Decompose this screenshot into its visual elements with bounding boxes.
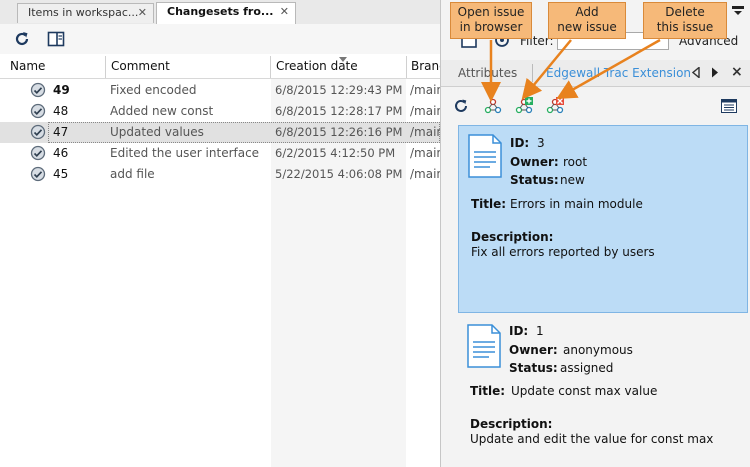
- changeset-number: 49: [53, 83, 70, 97]
- changeset-icon: [30, 145, 46, 161]
- callout-line: Open issue: [457, 5, 525, 19]
- callout-open-issue: Open issue in browser: [450, 2, 532, 39]
- changeset-icon: [30, 103, 46, 119]
- tab-changesets[interactable]: Changesets fro... ✕: [156, 2, 296, 24]
- add-issue-icon[interactable]: [515, 97, 533, 115]
- callout-add-issue: Add new issue: [548, 2, 626, 39]
- changeset-comment: Added new const: [110, 104, 214, 118]
- changeset-icon: [30, 166, 46, 182]
- table-row[interactable]: 46 Edited the user interface 6/2/2015 4:…: [0, 143, 444, 164]
- issue-owner-label: Owner:: [510, 155, 559, 169]
- issue-owner: root: [563, 155, 588, 169]
- table-row[interactable]: 45 add file 5/22/2015 4:06:08 PM /main: [0, 164, 444, 185]
- changeset-number: 45: [53, 167, 69, 181]
- view-menu-icon[interactable]: [732, 6, 744, 16]
- tab-attributes[interactable]: Attributes: [458, 66, 517, 80]
- issue-id-label: ID:: [510, 136, 530, 150]
- callout-line: Add: [575, 5, 599, 19]
- column-divider[interactable]: [406, 56, 407, 78]
- close-icon[interactable]: ✕: [280, 5, 289, 18]
- changeset-comment: Fixed encoded: [110, 83, 197, 97]
- changeset-number: 46: [53, 146, 69, 160]
- changeset-branch: /main: [410, 104, 445, 118]
- subtab-divider: [532, 64, 533, 82]
- issue-title-label: Title:: [471, 197, 507, 211]
- selection-focus-rect: [48, 122, 440, 143]
- callout-line: in browser: [459, 20, 523, 34]
- callout-line: Delete: [665, 5, 705, 19]
- chevron-left-icon[interactable]: [692, 67, 700, 78]
- callout-line: new issue: [557, 20, 617, 34]
- issue-owner: anonymous: [563, 343, 633, 357]
- column-header-name[interactable]: Name: [10, 59, 45, 73]
- changeset-date: 6/2/2015 4:12:50 PM: [275, 146, 396, 160]
- refresh-icon[interactable]: [13, 30, 31, 48]
- issue-status-label: Status:: [510, 173, 559, 187]
- column-divider[interactable]: [105, 56, 106, 78]
- document-icon: [467, 324, 501, 368]
- issue-id-label: ID:: [509, 324, 529, 338]
- issue-description: Update and edit the value for const max: [470, 432, 714, 446]
- issue-id: 1: [536, 324, 544, 338]
- issue-title: Update const max value: [511, 384, 658, 398]
- changeset-comment: add file: [110, 167, 155, 181]
- tab-edgewall-trac-extension[interactable]: Edgewall Trac Extension: [546, 66, 691, 80]
- issue-status: new: [560, 173, 585, 187]
- changeset-date: 6/8/2015 12:29:43 PM: [275, 83, 403, 97]
- issue-status-label: Status:: [509, 361, 558, 375]
- issue-title: Errors in main module: [510, 197, 643, 211]
- issue-description-label: Description:: [471, 230, 554, 244]
- issue-card[interactable]: ID: 1 Owner: anonymous Status: assigned …: [458, 316, 748, 456]
- column-divider[interactable]: [270, 56, 271, 78]
- tab-label: Items in workspac...: [28, 6, 139, 19]
- close-icon[interactable]: ×: [731, 64, 743, 80]
- changeset-date: 6/8/2015 12:28:17 PM: [275, 104, 403, 118]
- changeset-number: 48: [53, 104, 69, 118]
- issue-title-label: Title:: [470, 384, 506, 398]
- tab-items-in-workspace[interactable]: Items in workspac... ✕: [17, 3, 154, 23]
- table-row[interactable]: 48 Added new const 6/8/2015 12:28:17 PM …: [0, 101, 444, 122]
- callout-line: this issue: [656, 20, 714, 34]
- table-row[interactable]: 49 Fixed encoded 6/8/2015 12:29:43 PM /m…: [0, 80, 444, 101]
- issue-owner-label: Owner:: [509, 343, 558, 357]
- open-issue-in-browser-icon[interactable]: [484, 97, 502, 115]
- changesets-toolbar: [0, 24, 440, 54]
- changeset-branch: /main: [410, 83, 445, 97]
- changeset-icon: [30, 82, 46, 98]
- changeset-date: 5/22/2015 4:06:08 PM: [275, 167, 403, 181]
- callout-delete-issue: Delete this issue: [643, 2, 727, 39]
- view-list-icon[interactable]: [721, 99, 737, 113]
- tab-label: Changesets fro...: [167, 5, 274, 18]
- issue-card-selected[interactable]: ID: 3 Owner: root Status: new Title: Err…: [458, 125, 748, 313]
- table-header: [0, 56, 440, 79]
- issue-description-label: Description:: [470, 417, 553, 431]
- changeset-comment: Edited the user interface: [110, 146, 260, 160]
- issue-id: 3: [537, 136, 545, 150]
- column-header-comment[interactable]: Comment: [111, 59, 170, 73]
- changeset-branch: /main: [410, 146, 445, 160]
- close-icon[interactable]: ✕: [138, 6, 147, 19]
- changeset-branch: /main: [410, 167, 445, 181]
- chevron-right-icon[interactable]: [711, 67, 719, 78]
- issue-status: assigned: [560, 361, 614, 375]
- sort-descending-icon: [339, 57, 347, 62]
- document-icon: [468, 134, 502, 178]
- issue-description: Fix all errors reported by users: [471, 245, 655, 259]
- refresh-icon[interactable]: [453, 98, 469, 114]
- delete-issue-icon[interactable]: [546, 97, 564, 115]
- changeset-icon: [30, 124, 46, 140]
- panel-toggle-icon[interactable]: [47, 30, 65, 48]
